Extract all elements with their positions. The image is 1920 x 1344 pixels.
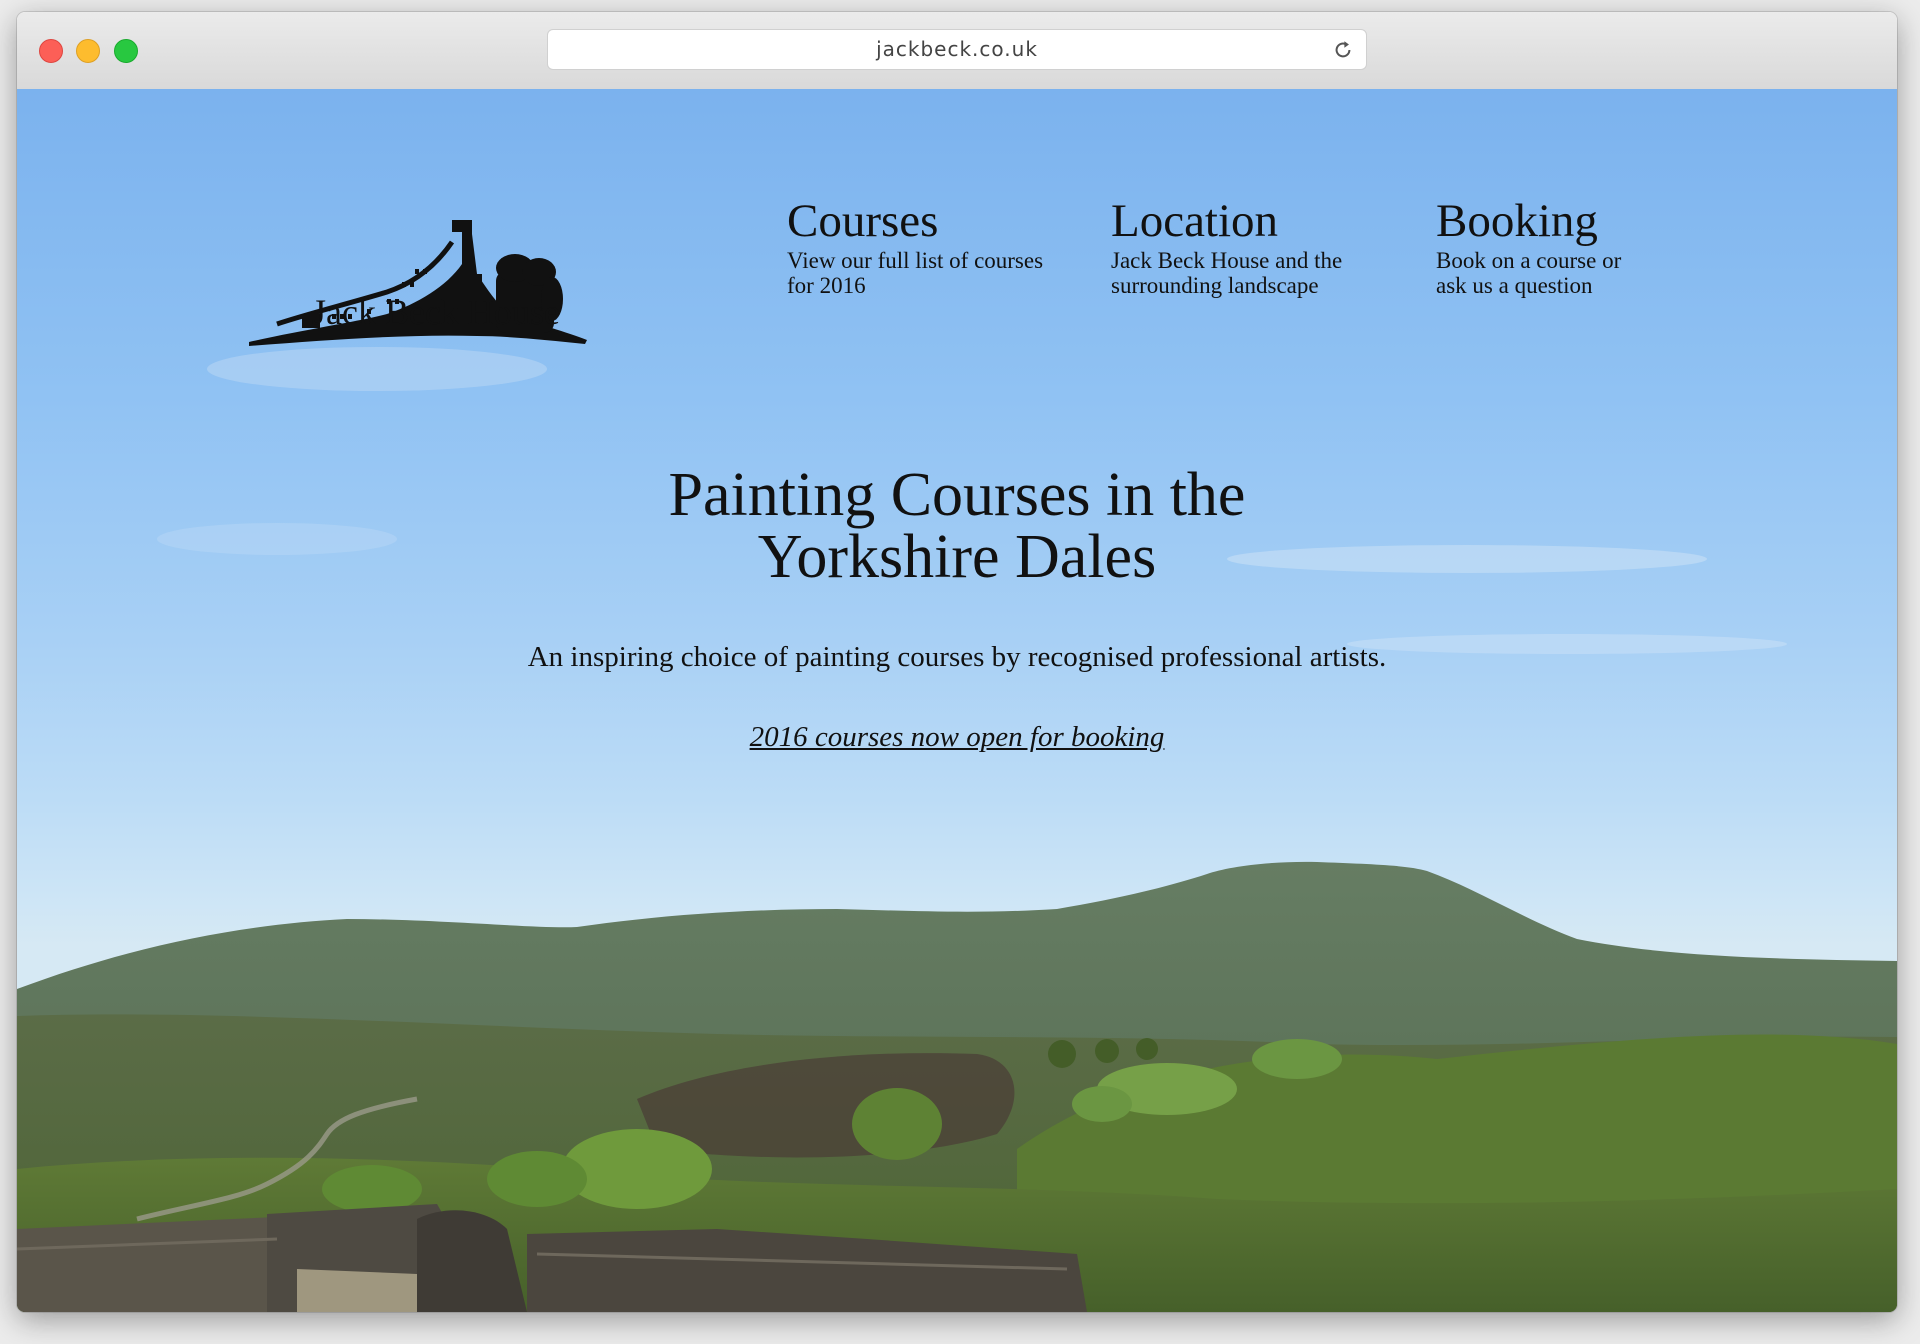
booking-open-link[interactable]: 2016 courses now open for booking	[750, 721, 1165, 753]
hero-title-line-1: Painting Courses in the	[668, 461, 1246, 529]
nav-courses-title[interactable]: Courses	[787, 194, 1072, 248]
nav-item-booking[interactable]: Booking Book on a course or ask us a que…	[1436, 194, 1651, 298]
nav-location-title[interactable]: Location	[1111, 194, 1396, 248]
browser-titlebar: jackbeck.co.uk	[17, 12, 1897, 90]
browser-window: jackbeck.co.uk Jack Beck House Courses V…	[17, 12, 1897, 1312]
nav-booking-desc[interactable]: Book on a course or ask us a question	[1436, 248, 1651, 298]
minimize-window-button[interactable]	[76, 39, 100, 63]
maximize-window-button[interactable]	[114, 39, 138, 63]
close-window-button[interactable]	[39, 39, 63, 63]
nav-courses-desc[interactable]: View our full list of courses for 2016	[787, 248, 1072, 298]
hero-title: Painting Courses in the Yorkshire Dales	[17, 464, 1897, 588]
logo-text[interactable]: Jack Beck House	[312, 291, 560, 333]
reload-icon[interactable]	[1332, 39, 1354, 61]
hero-subtitle: An inspiring choice of painting courses …	[527, 641, 1387, 673]
nav-item-courses[interactable]: Courses View our full list of courses fo…	[787, 194, 1072, 298]
nav-location-desc[interactable]: Jack Beck House and the surrounding land…	[1111, 248, 1396, 298]
nav-item-location[interactable]: Location Jack Beck House and the surroun…	[1111, 194, 1396, 298]
hero-link-container: 2016 courses now open for booking	[17, 721, 1897, 754]
address-bar[interactable]: jackbeck.co.uk	[547, 29, 1367, 70]
nav-booking-title[interactable]: Booking	[1436, 194, 1651, 248]
hero-title-line-2: Yorkshire Dales	[757, 523, 1157, 591]
page-viewport: Jack Beck House Courses View our full li…	[17, 89, 1897, 1312]
url-text[interactable]: jackbeck.co.uk	[548, 30, 1366, 69]
